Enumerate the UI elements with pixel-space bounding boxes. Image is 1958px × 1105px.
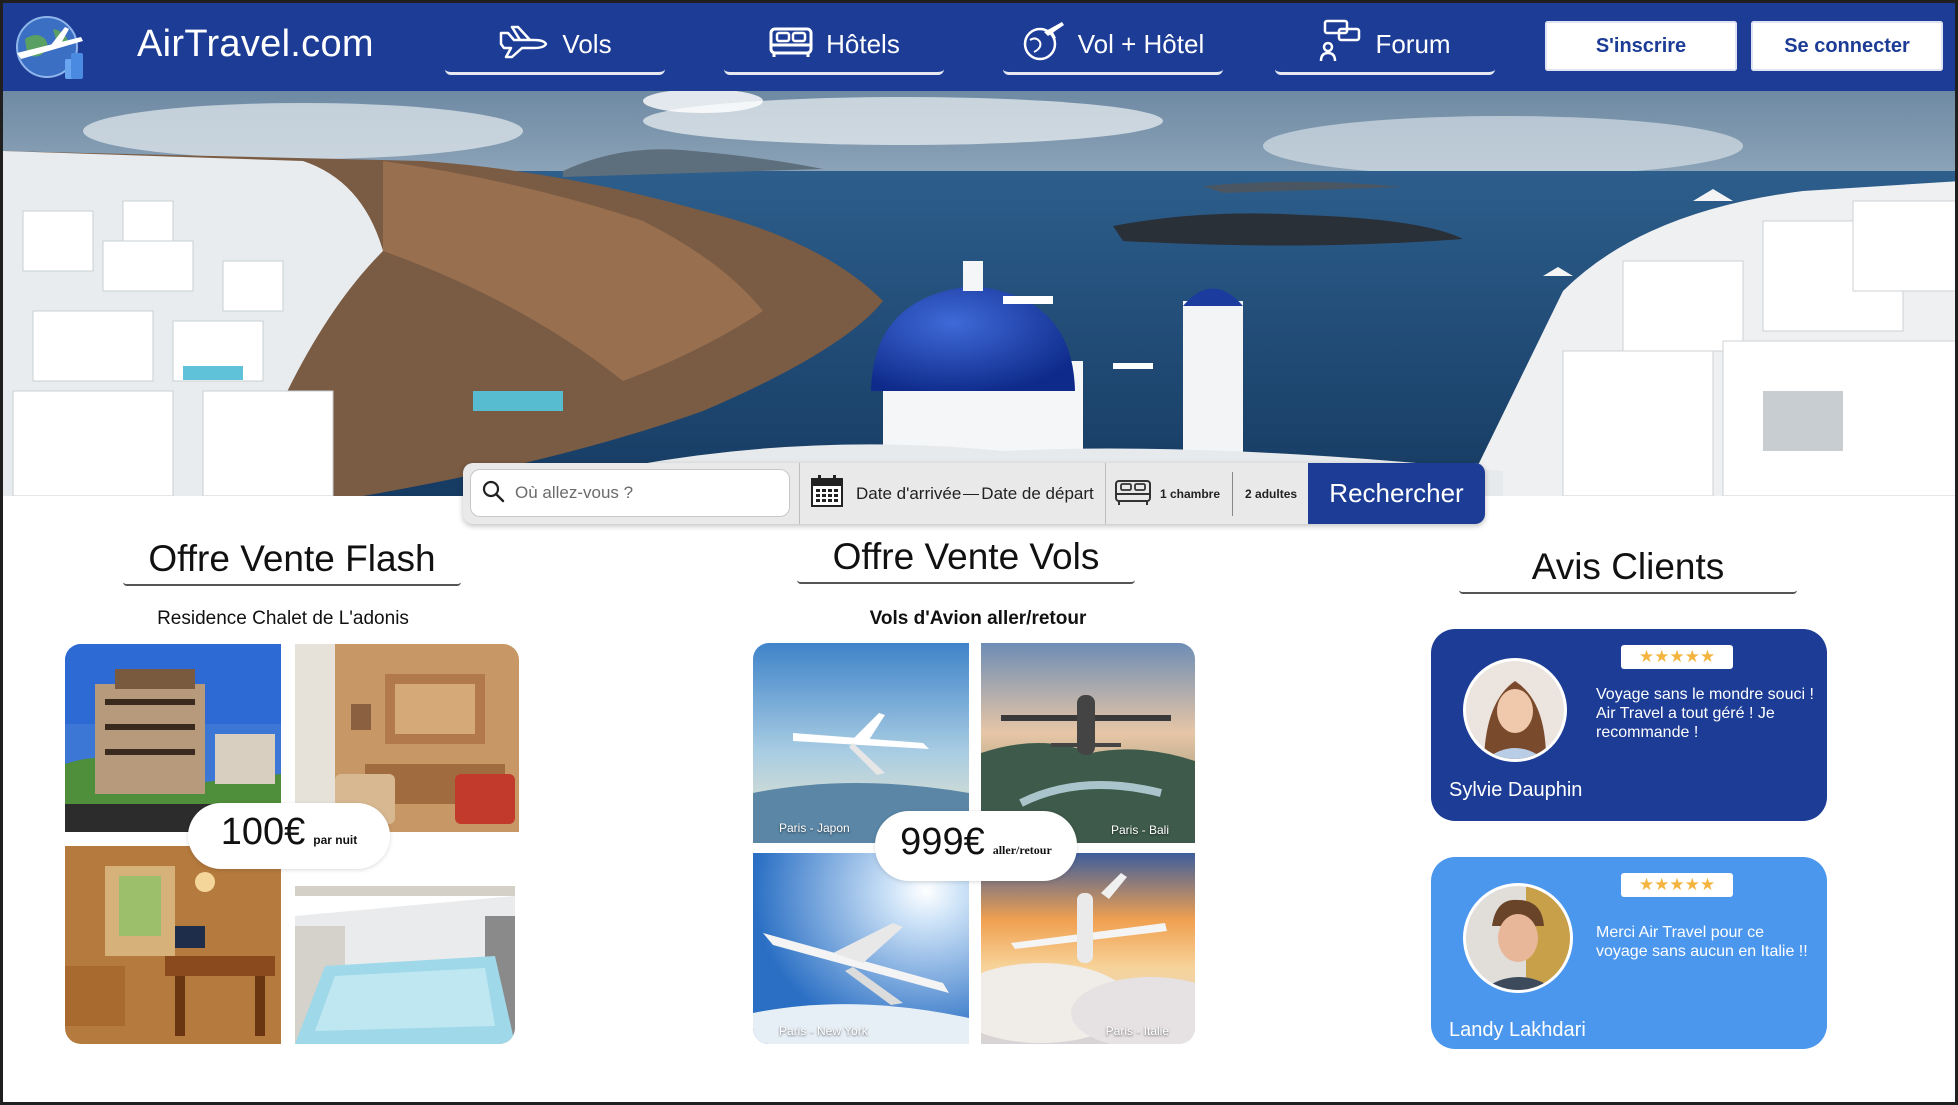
plane-icon: [498, 23, 550, 66]
brand-name[interactable]: AirTravel.com: [137, 23, 374, 66]
reviewer-name: Sylvie Dauphin: [1449, 779, 1583, 801]
bed-icon: [768, 23, 814, 66]
top-navbar: AirTravel.com Vols Hôtels Vol + Hôtel Fo…: [3, 3, 1955, 91]
nav-hotels[interactable]: Hôtels: [724, 17, 944, 75]
nav-forum-label: Forum: [1375, 29, 1451, 59]
flight-italy-photo[interactable]: Paris - Italie: [981, 853, 1195, 1044]
logo-globe-icon[interactable]: [11, 9, 93, 87]
flights-sale-title: Offre Vente Vols: [797, 536, 1135, 584]
flights-sale-subtitle: Vols d'Avion aller/retour: [869, 608, 1087, 629]
reviews-title: Avis Clients: [1459, 546, 1797, 594]
destination-input[interactable]: [515, 483, 765, 503]
flight-newyork-photo[interactable]: Paris - New York: [753, 853, 969, 1044]
flash-sale-price-unit: par nuit: [313, 833, 358, 847]
flight-destination-japan: Paris - Japon: [779, 821, 850, 835]
flight-destination-newyork: Paris - New York: [779, 1024, 868, 1038]
flash-sale-title: Offre Vente Flash: [123, 538, 461, 586]
hotel-pool-photo[interactable]: [295, 846, 515, 1044]
date-separator: [963, 493, 980, 495]
review-card: ★★★★★ Voyage sans le mondre souci ! Air …: [1431, 629, 1827, 821]
departure-date: Date de départ: [981, 483, 1094, 503]
dates-text: Date d'arrivée Date de départ: [856, 484, 1094, 504]
nav-vol-hotel[interactable]: Vol + Hôtel: [1003, 17, 1223, 75]
flights-sale-price-unit: aller/retour: [992, 843, 1052, 857]
rating-stars: ★★★★★: [1621, 873, 1733, 897]
arrival-date: Date d'arrivée: [856, 483, 962, 503]
chat-users-icon: [1319, 19, 1363, 70]
search-bar: Date d'arrivée Date de départ 1 chambre 2…: [463, 463, 1485, 524]
hotel-dining-photo[interactable]: [65, 846, 281, 1044]
globe-plane-icon: [1022, 20, 1066, 69]
hero-banner-image: [3, 91, 1955, 496]
signup-button[interactable]: S'inscrire: [1545, 21, 1737, 71]
page: AirTravel.com Vols Hôtels Vol + Hôtel Fo…: [0, 0, 1958, 1105]
flash-sale-subtitle: Residence Chalet de L'adonis: [157, 608, 409, 629]
calendar-icon: [810, 474, 844, 513]
nav-vol-hotel-label: Vol + Hôtel: [1077, 29, 1205, 59]
bed-icon: [1114, 478, 1152, 509]
rooms-guests-selector[interactable]: 1 chambre 2 adultes: [1105, 463, 1305, 524]
nav-hotels-label: Hôtels: [826, 29, 900, 59]
search-button[interactable]: Rechercher: [1308, 463, 1485, 524]
guests-count: 2 adultes: [1245, 486, 1298, 501]
reviewer-name: Landy Lakhdari: [1449, 1019, 1586, 1041]
flight-destination-bali: Paris - Bali: [1110, 823, 1169, 837]
flights-sale-price-badge: 999€ aller/retour: [875, 811, 1077, 881]
flight-destination-italy: Paris - Italie: [1105, 1024, 1169, 1038]
destination-field[interactable]: [470, 469, 790, 517]
flash-sale-price-badge: 100€ par nuit: [188, 803, 390, 869]
reviewer-avatar: [1463, 658, 1567, 762]
nav-vols-label: Vols: [562, 29, 612, 59]
rooms-count: 1 chambre: [1160, 486, 1221, 501]
review-card: ★★★★★ Merci Air Travel pour ce voyage sa…: [1431, 857, 1827, 1049]
flights-sale-price: 999€: [900, 821, 985, 863]
rooms-divider: [1232, 471, 1234, 516]
date-range-picker[interactable]: Date d'arrivée Date de départ: [799, 463, 1105, 524]
review-text: Voyage sans le mondre souci ! Air Travel…: [1596, 686, 1814, 741]
review-text: Merci Air Travel pour ce voyage sans auc…: [1596, 924, 1808, 960]
reviewer-avatar: [1463, 883, 1573, 993]
flash-sale-price: 100€: [220, 811, 306, 853]
search-icon: [481, 479, 505, 508]
rating-stars: ★★★★★: [1621, 645, 1733, 669]
nav-vols[interactable]: Vols: [445, 17, 665, 75]
nav-forum[interactable]: Forum: [1275, 17, 1495, 75]
login-button[interactable]: Se connecter: [1751, 21, 1943, 71]
